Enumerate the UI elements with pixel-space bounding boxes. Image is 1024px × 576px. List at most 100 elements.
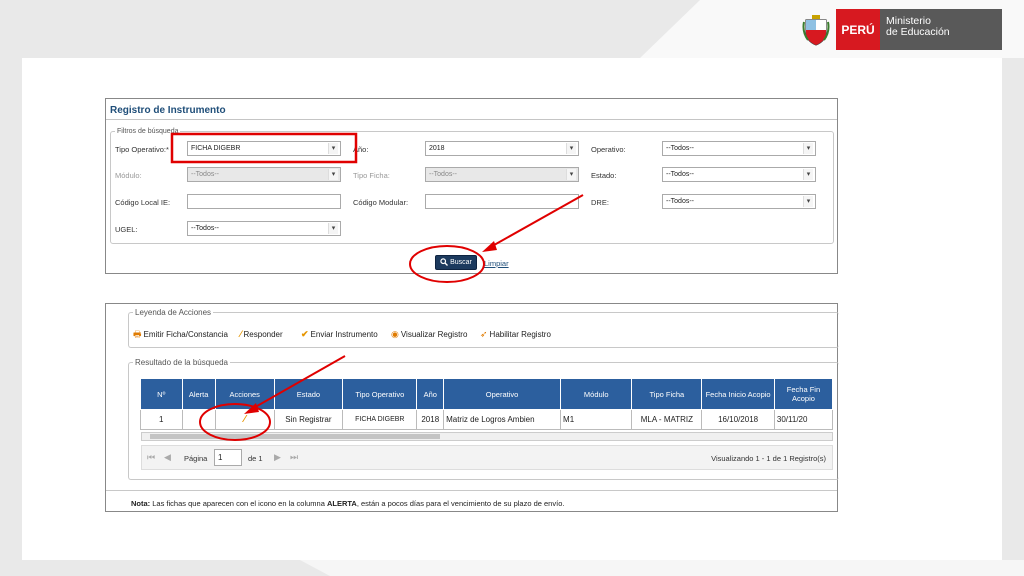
dre-value: --Todos-- bbox=[666, 198, 695, 205]
legend-enviar: ✔ Enviar Instrumento bbox=[301, 329, 378, 340]
buscar-button[interactable]: Buscar bbox=[435, 255, 477, 270]
col-header[interactable]: Módulo bbox=[560, 378, 633, 410]
ministerio-label: Ministerio de Educación bbox=[880, 9, 1002, 50]
horizontal-scrollbar[interactable] bbox=[141, 432, 833, 441]
title-divider bbox=[106, 119, 837, 120]
chevron-down-icon: ▾ bbox=[566, 169, 576, 180]
visualizando-label: Visualizando 1 - 1 de 1 Registro(s) bbox=[711, 454, 826, 463]
tipo-operativo-label: Tipo Operativo:* bbox=[115, 145, 169, 154]
estado-value: --Todos-- bbox=[666, 171, 695, 178]
anio-select[interactable]: 2018 ▾ bbox=[425, 141, 579, 156]
legend-visualizar: ◉ Visualizar Registro bbox=[391, 329, 468, 340]
tipo-ficha-value: --Todos-- bbox=[429, 171, 458, 178]
coat-of-arms-icon bbox=[800, 13, 832, 47]
leyenda-fieldset: Leyenda de Acciones bbox=[128, 308, 839, 348]
ministerio-line2: de Educación bbox=[886, 26, 950, 38]
nota-divider bbox=[106, 490, 837, 491]
tipo-ficha-select[interactable]: --Todos-- ▾ bbox=[425, 167, 579, 182]
operativo-label: Operativo: bbox=[591, 145, 626, 154]
panel-title: Registro de Instrumento bbox=[110, 105, 226, 116]
buscar-label: Buscar bbox=[450, 259, 472, 266]
page-input[interactable]: 1 bbox=[214, 449, 242, 466]
modulo-value: --Todos-- bbox=[191, 171, 220, 178]
dre-label: DRE: bbox=[591, 198, 609, 207]
table-header-row: Nº Alerta Acciones Estado Tipo Operativo… bbox=[140, 378, 833, 410]
modulo-label: Módulo: bbox=[115, 171, 142, 180]
ugel-value: --Todos-- bbox=[191, 225, 220, 232]
col-header[interactable]: Fecha Fin Acopio bbox=[773, 378, 833, 410]
chevron-down-icon: ▾ bbox=[803, 196, 813, 207]
legend-habilitar: ➶ Habilitar Registro bbox=[480, 329, 551, 340]
limpiar-link[interactable]: Limpiar bbox=[484, 259, 509, 268]
col-header[interactable]: Estado bbox=[273, 378, 344, 410]
nota-bold: ALERTA bbox=[326, 499, 357, 508]
codigo-modular-label: Código Modular: bbox=[353, 198, 409, 207]
cell-n: 1 bbox=[140, 409, 183, 430]
results-table: Nº Alerta Acciones Estado Tipo Operativo… bbox=[140, 378, 833, 430]
cell-operativo: Matriz de Logros Ambien bbox=[443, 409, 562, 430]
send-icon: ➶ bbox=[480, 329, 488, 339]
legend-responder: ⁄ Responder bbox=[240, 329, 283, 340]
pencil-icon[interactable]: ⁄ bbox=[244, 414, 246, 425]
estado-label: Estado: bbox=[591, 171, 617, 180]
nota-text: Nota: Las fichas que aparecen con el ico… bbox=[131, 499, 564, 508]
pencil-icon: ⁄ bbox=[240, 329, 242, 339]
cell-fecha-inicio: 16/10/2018 bbox=[701, 409, 775, 430]
tipo-operativo-select[interactable]: FICHA DIGEBR ▾ bbox=[187, 141, 341, 156]
resultado-legend: Resultado de la búsqueda bbox=[135, 358, 228, 367]
minedu-logo: PERÚ Ministerio de Educación bbox=[800, 9, 1002, 50]
cell-tipo-operativo: FICHA DIGEBR bbox=[342, 409, 418, 430]
operativo-value: --Todos-- bbox=[666, 145, 695, 152]
filtros-legend: Filtros de búsqueda bbox=[117, 128, 179, 135]
cell-fecha-fin: 30/11/20 bbox=[773, 409, 833, 430]
col-header[interactable]: Tipo Ficha bbox=[631, 378, 703, 410]
ugel-select[interactable]: --Todos-- ▾ bbox=[187, 221, 341, 236]
anio-label: Año: bbox=[353, 145, 369, 154]
scrollbar-thumb[interactable] bbox=[150, 434, 440, 439]
ugel-label: UGEL: bbox=[115, 225, 138, 234]
tipo-operativo-value: FICHA DIGEBR bbox=[191, 145, 241, 152]
print-icon: 🖶 bbox=[133, 329, 142, 339]
leyenda-legend: Leyenda de Acciones bbox=[135, 308, 212, 317]
nota-text2: , están a pocos días para el vencimiento… bbox=[356, 499, 565, 508]
legend-enviar-label: Enviar Instrumento bbox=[310, 330, 378, 339]
chevron-down-icon: ▾ bbox=[328, 143, 338, 154]
cell-acciones: ⁄ bbox=[214, 409, 275, 430]
next-page-icon[interactable]: ▶ bbox=[274, 452, 281, 463]
cell-modulo: M1 bbox=[560, 409, 633, 430]
col-header[interactable]: Acciones bbox=[214, 378, 275, 410]
col-header[interactable]: Año bbox=[416, 378, 445, 410]
eye-icon: ◉ bbox=[391, 329, 399, 339]
codigo-modular-input[interactable] bbox=[425, 194, 579, 209]
chevron-down-icon: ▾ bbox=[566, 143, 576, 154]
chevron-down-icon: ▾ bbox=[328, 223, 338, 234]
legend-emitir-label: Emitir Ficha/Constancia bbox=[143, 330, 228, 339]
modulo-select[interactable]: --Todos-- ▾ bbox=[187, 167, 341, 182]
prev-page-icon[interactable]: ◀ bbox=[164, 452, 171, 463]
col-header[interactable]: Nº bbox=[140, 378, 183, 410]
pagina-label: Página bbox=[184, 454, 208, 463]
peru-label: PERÚ bbox=[836, 9, 880, 50]
legend-responder-label: Responder bbox=[243, 330, 283, 339]
operativo-select[interactable]: --Todos-- ▾ bbox=[662, 141, 816, 156]
col-header[interactable]: Fecha Inicio Acopio bbox=[701, 378, 775, 410]
registro-panel: Registro de Instrumento Filtros de búsqu… bbox=[105, 98, 838, 274]
codigo-local-input[interactable] bbox=[187, 194, 341, 209]
estado-select[interactable]: --Todos-- ▾ bbox=[662, 167, 816, 182]
last-page-icon[interactable]: ⏭ bbox=[290, 452, 298, 463]
nota-text1: Las fichas que aparecen con el icono en … bbox=[150, 499, 327, 508]
chevron-down-icon: ▾ bbox=[803, 169, 813, 180]
first-page-icon[interactable]: ⏮ bbox=[147, 452, 155, 463]
col-header[interactable]: Alerta bbox=[181, 378, 216, 410]
dre-select[interactable]: --Todos-- ▾ bbox=[662, 194, 816, 209]
cell-alerta bbox=[181, 409, 216, 430]
codigo-local-label: Código Local IE: bbox=[115, 198, 171, 207]
cell-tipo-ficha: MLA - MATRIZ bbox=[631, 409, 703, 430]
col-header[interactable]: Tipo Operativo bbox=[342, 378, 418, 410]
legend-visualizar-label: Visualizar Registro bbox=[400, 330, 468, 339]
pager: ⏮ ◀ Página 1 de 1 ▶ ⏭ Visualizando 1 - 1… bbox=[141, 445, 833, 470]
tipo-ficha-label: Tipo Ficha: bbox=[353, 171, 390, 180]
col-header[interactable]: Operativo bbox=[443, 378, 562, 410]
check-icon: ✔ bbox=[301, 329, 309, 339]
cell-anio: 2018 bbox=[416, 409, 445, 430]
